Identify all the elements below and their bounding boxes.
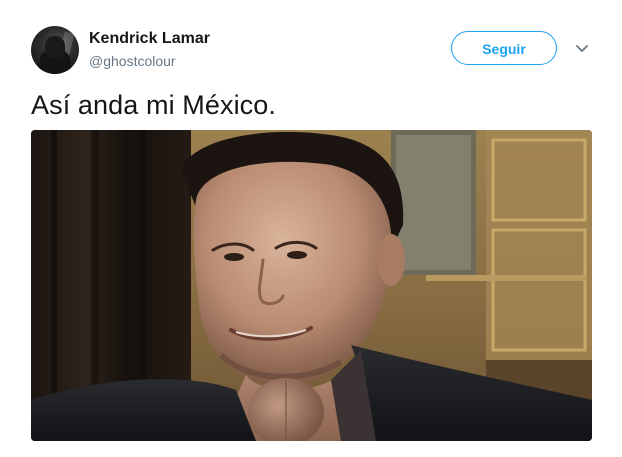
tweet-card: Kendrick Lamar @ghostcolour Seguir Así a…	[0, 0, 622, 457]
tweet-text: Así anda mi México.	[31, 90, 276, 120]
author-handle[interactable]: @ghostcolour	[89, 53, 176, 69]
tweet-photo[interactable]	[31, 130, 592, 441]
chevron-down-icon[interactable]	[574, 40, 590, 56]
avatar[interactable]	[31, 26, 79, 74]
avatar-figure	[45, 36, 65, 58]
author-name[interactable]: Kendrick Lamar	[89, 30, 210, 48]
follow-button[interactable]: Seguir	[451, 31, 557, 65]
